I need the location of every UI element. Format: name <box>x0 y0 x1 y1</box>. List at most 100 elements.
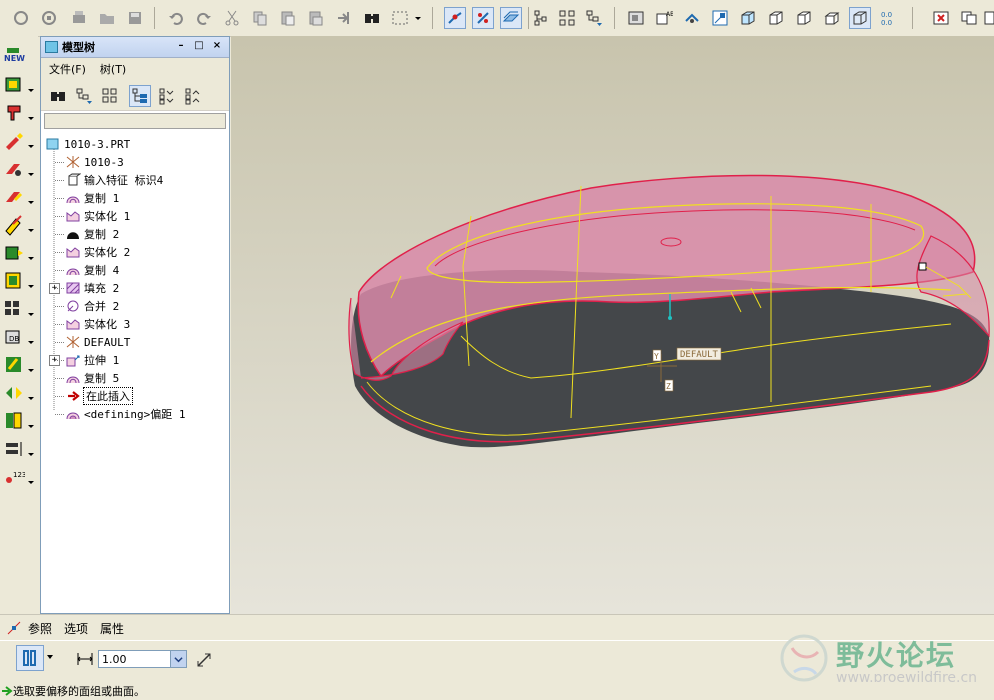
layer-tree-icon[interactable] <box>556 7 578 29</box>
draft-tool-icon[interactable] <box>3 214 25 236</box>
wireframe-cube-icon[interactable] <box>821 7 843 29</box>
dashboard-tab[interactable]: 选项 <box>64 622 88 636</box>
dashboard-tab[interactable]: 参照 <box>28 622 52 636</box>
thicken-tool-icon[interactable]: 123 <box>3 466 25 488</box>
chevron-down-icon[interactable] <box>28 285 34 288</box>
merge-tool-icon[interactable] <box>3 382 25 404</box>
chevron-down-icon[interactable] <box>28 173 34 176</box>
revolve-tool-icon[interactable] <box>3 270 25 292</box>
undo-icon[interactable] <box>165 7 187 29</box>
spin-center-icon[interactable] <box>681 7 703 29</box>
chevron-down-icon[interactable] <box>28 229 34 232</box>
tree-search-field[interactable] <box>44 113 226 129</box>
chevron-down-icon[interactable] <box>47 655 53 659</box>
tree-filter-icon[interactable] <box>73 85 95 107</box>
datum-plane-display-icon[interactable] <box>500 7 522 29</box>
tree-item[interactable]: 1010-3 <box>41 153 229 171</box>
menu-tree[interactable]: 树(T) <box>100 61 126 77</box>
annotation-display-icon[interactable]: 0.0 0.0 <box>877 7 899 29</box>
sketch-tool-icon[interactable] <box>3 130 25 152</box>
regenerate-icon[interactable] <box>333 7 355 29</box>
tree-item[interactable]: 复制 2 <box>41 225 229 243</box>
tree-structure-icon[interactable] <box>530 7 552 29</box>
chevron-down-icon[interactable] <box>412 7 424 29</box>
redo-icon[interactable] <box>193 7 215 29</box>
view-orient-icon[interactable]: AB <box>653 7 675 29</box>
chevron-down-icon[interactable] <box>28 341 34 344</box>
tree-item[interactable]: DEFAULT <box>41 333 229 351</box>
tree-item[interactable]: <defining>偏距 1 <box>41 405 229 423</box>
chevron-down-icon[interactable] <box>28 453 34 456</box>
open-folder-icon[interactable] <box>96 7 118 29</box>
menu-file[interactable]: 文件(F) <box>49 61 86 77</box>
extrude-tool-icon[interactable] <box>3 242 25 264</box>
dashboard-tab[interactable]: 属性 <box>100 622 124 636</box>
mirror-tool-icon[interactable] <box>3 354 25 376</box>
chevron-down-icon[interactable] <box>28 425 34 428</box>
datum-axis-display-icon[interactable] <box>444 7 466 29</box>
chevron-down-icon[interactable] <box>28 89 34 92</box>
find-binoculars-icon[interactable] <box>361 7 383 29</box>
hole-tool-icon[interactable] <box>3 158 25 180</box>
tree-item[interactable]: + 填充 2 <box>41 279 229 297</box>
pattern-tool-icon[interactable] <box>3 298 25 320</box>
show-tree-icon[interactable] <box>129 85 151 107</box>
hidden-line-cube-icon[interactable] <box>765 7 787 29</box>
chevron-down-icon[interactable] <box>28 369 34 372</box>
tree-item[interactable]: 实体化 3 <box>41 315 229 333</box>
round-tool-icon[interactable] <box>3 186 25 208</box>
minimize-icon[interactable]: – <box>175 40 187 52</box>
session-icon[interactable] <box>38 7 60 29</box>
chevron-down-icon[interactable] <box>28 201 34 204</box>
selection-box-icon[interactable] <box>389 7 411 29</box>
chevron-down-icon[interactable] <box>28 145 34 148</box>
datum-point-display-icon[interactable] <box>472 7 494 29</box>
copy-icon[interactable] <box>249 7 271 29</box>
close-icon[interactable]: × <box>211 40 223 52</box>
saved-views-icon[interactable] <box>625 7 647 29</box>
tree-item[interactable]: 输入特征 标识4 <box>41 171 229 189</box>
shaded-cube-icon[interactable] <box>737 7 759 29</box>
tree-columns-icon[interactable] <box>99 85 121 107</box>
chevron-down-icon[interactable] <box>28 313 34 316</box>
chevron-down-icon[interactable] <box>28 481 34 484</box>
drag-handle[interactable] <box>918 262 927 271</box>
offset-type-button[interactable] <box>16 645 44 671</box>
tree-item[interactable]: 复制 5 <box>41 369 229 387</box>
close-window-icon[interactable] <box>930 7 952 29</box>
cut-icon[interactable] <box>221 7 243 29</box>
tree-item[interactable]: 在此插入 <box>41 387 229 405</box>
copy-feature-icon[interactable]: DB <box>3 326 25 348</box>
new-feature-icon[interactable]: NEW <box>3 46 25 68</box>
collapse-tree-icon[interactable] <box>181 85 203 107</box>
tree-item[interactable]: 实体化 1 <box>41 207 229 225</box>
tree-item[interactable]: 复制 4 <box>41 261 229 279</box>
tree-item[interactable]: 实体化 2 <box>41 243 229 261</box>
chevron-down-icon[interactable] <box>28 117 34 120</box>
new-file-icon[interactable] <box>10 7 32 29</box>
shading-mode-cube-icon[interactable] <box>849 7 871 29</box>
maximize-icon[interactable]: □ <box>193 40 205 52</box>
paste-special-icon[interactable] <box>305 7 327 29</box>
tree-item[interactable]: 1010-3.PRT <box>41 135 229 153</box>
flip-direction-button[interactable] <box>194 650 214 670</box>
expand-tree-icon[interactable] <box>155 85 177 107</box>
surface-boundary-icon[interactable] <box>3 74 25 96</box>
dropdown-button[interactable] <box>170 651 186 667</box>
find-binoculars-icon[interactable] <box>47 85 69 107</box>
datum-feature-icon[interactable] <box>3 102 25 124</box>
window-list-icon[interactable] <box>984 7 994 29</box>
trim-tool-icon[interactable] <box>3 410 25 432</box>
wireframe-display-icon[interactable] <box>709 7 731 29</box>
no-hidden-cube-icon[interactable] <box>793 7 815 29</box>
chevron-down-icon[interactable] <box>28 257 34 260</box>
tree-item[interactable]: 复制 1 <box>41 189 229 207</box>
graphics-viewport[interactable]: Y Z DEFAULT <box>231 36 994 614</box>
tree-filter-icon[interactable] <box>583 7 605 29</box>
paste-icon[interactable] <box>277 7 299 29</box>
save-icon[interactable] <box>124 7 146 29</box>
window-activate-icon[interactable] <box>958 7 980 29</box>
tree-item[interactable]: 合并 2 <box>41 297 229 315</box>
offset-distance-combobox[interactable]: 1.00 <box>98 650 187 668</box>
tree-item[interactable]: + 拉伸 1 <box>41 351 229 369</box>
